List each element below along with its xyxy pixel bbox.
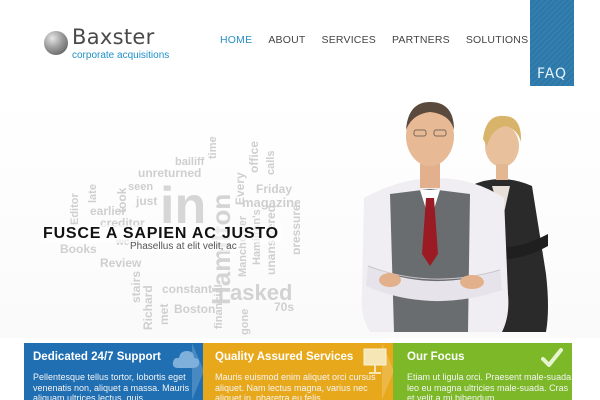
cloud-word: Richard	[141, 285, 155, 330]
brand-tagline: corporate acquisitions	[72, 50, 170, 61]
logo[interactable]: Baxster corporate acquisitions	[44, 26, 169, 61]
nav-solutions[interactable]: SOLUTIONS	[466, 34, 528, 46]
cloud-word: Books	[60, 242, 97, 256]
main-nav: HOME ABOUT SERVICES PARTNERS SOLUTIONS	[220, 34, 544, 46]
feature-text: Pellentesque tellus tortor, lobortis ege…	[33, 372, 190, 400]
logo-text: Baxster corporate acquisitions	[72, 26, 169, 61]
faq-label: FAQ	[536, 66, 568, 82]
nav-services[interactable]: SERVICES	[321, 34, 376, 46]
nav-home[interactable]: HOME	[220, 34, 252, 46]
word-cloud-graphic: bailiff time unreturned office calls see…	[60, 136, 303, 335]
feature-text: Etiam ut ligula orci. Praesent male-suad…	[407, 372, 572, 400]
cloud-word: calls	[265, 151, 277, 175]
cloud-icon	[172, 351, 200, 368]
cloud-word: Friday	[256, 182, 292, 196]
nav-partners[interactable]: PARTNERS	[392, 34, 450, 46]
feature-text: Mauris euismod enim aliquet orci cursus …	[215, 372, 376, 400]
checkmark-icon	[541, 348, 563, 367]
cloud-word: office	[247, 141, 261, 173]
presentation-board-icon	[363, 348, 387, 374]
feature-focus[interactable]: Our Focus Etiam ut ligula orci. Praesent…	[393, 343, 572, 400]
cloud-word: Editor	[69, 193, 81, 225]
business-people-photo	[350, 94, 565, 332]
globe-icon	[44, 31, 68, 55]
faq-tab[interactable]: FAQ	[530, 0, 574, 86]
nav-about[interactable]: ABOUT	[268, 34, 305, 46]
cloud-word: 70s	[274, 300, 294, 314]
cloud-word: late	[87, 184, 99, 203]
hero-subtitle: Phasellus at elit velit, ac	[128, 241, 239, 252]
feature-boxes: Dedicated 24/7 Support Pellentesque tell…	[24, 343, 572, 400]
word-cloud: bailiff time unreturned office calls see…	[60, 95, 303, 335]
cloud-word: pressure	[289, 204, 300, 255]
cloud-word: Review	[100, 256, 142, 270]
feature-title: Dedicated 24/7 Support	[33, 351, 161, 363]
cloud-word: just	[135, 194, 157, 208]
brand-name: Baxster	[72, 25, 155, 49]
cloud-word: constant	[162, 282, 212, 296]
cloud-word: met	[157, 304, 171, 325]
feature-services[interactable]: Quality Assured Services Mauris euismod …	[203, 343, 393, 400]
feature-title: Quality Assured Services	[215, 351, 354, 363]
feature-support[interactable]: Dedicated 24/7 Support Pellentesque tell…	[24, 343, 203, 400]
page: Baxster corporate acquisitions HOME ABOU…	[0, 0, 600, 400]
feature-title: Our Focus	[407, 351, 465, 363]
business-people-illustration	[361, 102, 548, 332]
cloud-word: gone	[239, 309, 251, 335]
cloud-word: Boston	[174, 302, 215, 316]
cloud-word: time	[207, 136, 219, 159]
cloud-word: seen	[128, 181, 153, 193]
